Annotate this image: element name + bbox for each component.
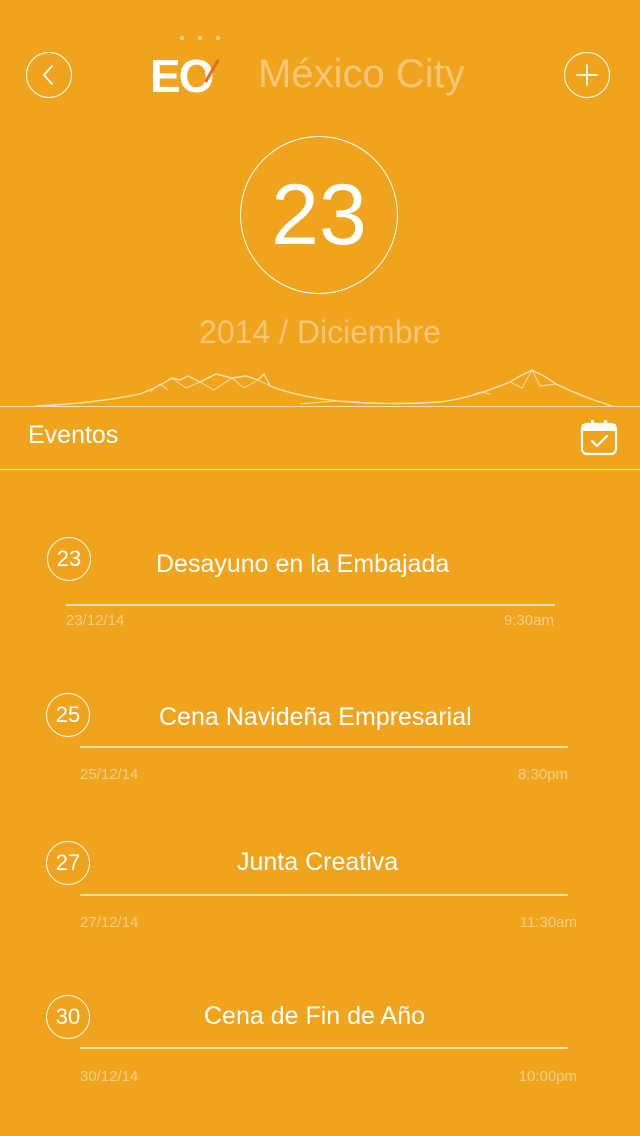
city-title: México City: [258, 52, 465, 96]
event-day-badge: 27: [46, 841, 90, 885]
event-title: Cena Navideña Empresarial: [159, 703, 472, 731]
event-title: Junta Creativa: [237, 848, 399, 876]
logo-text: EO: [150, 50, 214, 102]
event-title: Desayuno en la Embajada: [156, 550, 450, 578]
section-title: Eventos: [28, 421, 119, 449]
event-day-badge: 25: [46, 693, 90, 737]
event-time: 9:30am: [503, 612, 554, 629]
event-time: 8:30pm: [517, 766, 568, 783]
event-date: 23/12/14: [66, 612, 125, 629]
logo-dots: [180, 36, 220, 40]
event-item[interactable]: 27 Junta Creativa 27/12/14 11:30am: [0, 841, 640, 951]
event-date: 27/12/14: [80, 914, 139, 931]
event-divider: [80, 746, 568, 748]
event-divider: [80, 894, 568, 896]
month-year: 2014 / Diciembre: [199, 314, 441, 350]
chevron-left-icon: [43, 65, 53, 85]
events-section-bar: Eventos: [0, 406, 640, 470]
back-button[interactable]: [26, 52, 72, 98]
event-item[interactable]: 25 Cena Navideña Empresarial 25/12/14 8:…: [0, 693, 640, 803]
calendar-check-icon[interactable]: [580, 419, 618, 457]
add-button[interactable]: [564, 52, 610, 98]
event-divider: [66, 604, 555, 606]
event-date: 30/12/14: [80, 1068, 139, 1085]
plus-icon: [576, 64, 598, 86]
event-time: 11:30am: [519, 914, 577, 931]
event-item[interactable]: 23 Desayuno en la Embajada 23/12/14 9:30…: [0, 537, 640, 647]
event-date: 25/12/14: [80, 766, 139, 783]
event-time: 10:00pm: [518, 1068, 577, 1085]
event-divider: [80, 1047, 568, 1049]
event-item[interactable]: 30 Cena de Fin de Año 30/12/14 10:00pm: [0, 995, 640, 1105]
event-title: Cena de Fin de Año: [204, 1002, 425, 1030]
mountain-skyline-illustration: [35, 369, 613, 407]
event-day-badge: 30: [46, 995, 90, 1039]
event-day-badge: 23: [47, 537, 91, 581]
app-logo: EO: [150, 36, 230, 102]
current-day: 23: [240, 136, 398, 294]
